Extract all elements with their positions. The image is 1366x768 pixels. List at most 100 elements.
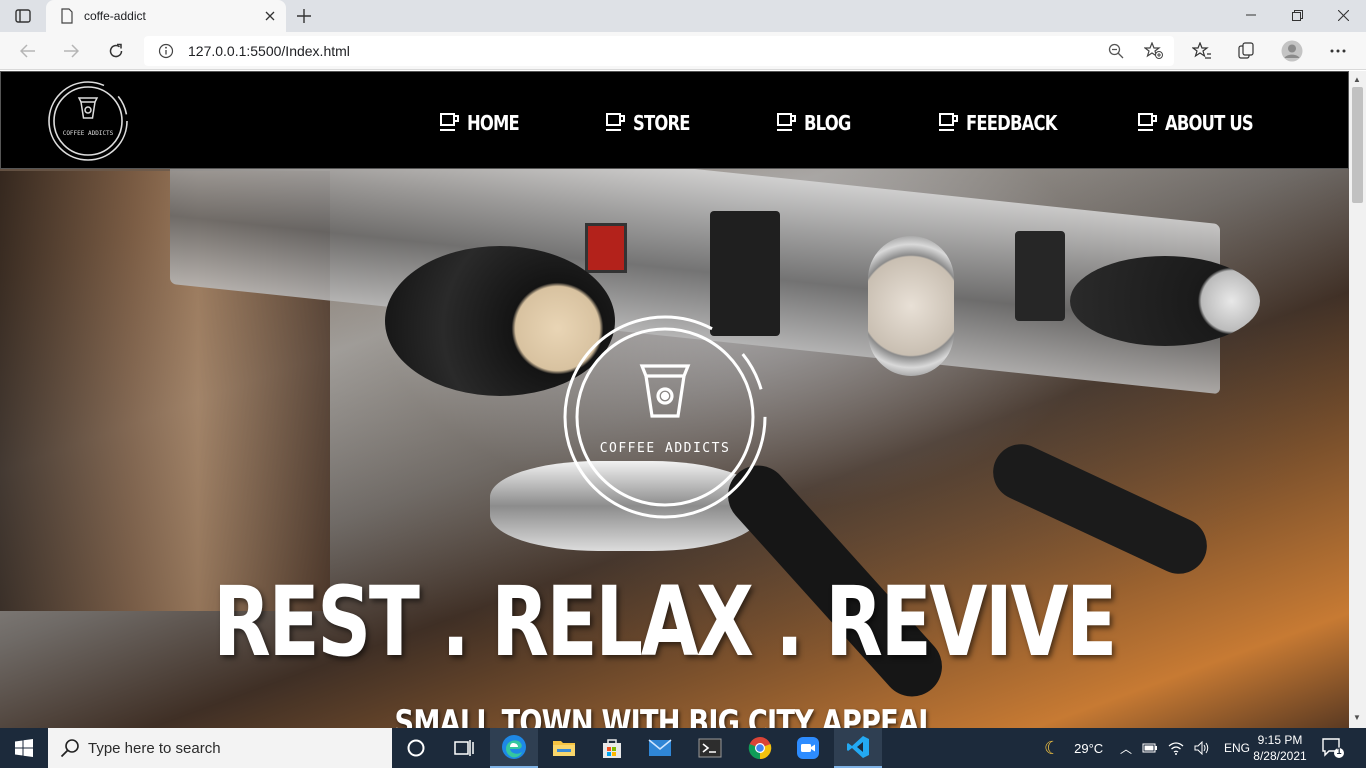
- zoom-out-icon[interactable]: [1108, 43, 1124, 59]
- nav-about-us[interactable]: ABOUT US: [1137, 108, 1272, 138]
- new-tab-button[interactable]: [294, 6, 314, 26]
- scrollbar-thumb[interactable]: [1352, 87, 1363, 203]
- cortana-button[interactable]: [392, 728, 440, 768]
- close-window-button[interactable]: [1320, 0, 1366, 30]
- nav-store-label: STORE: [633, 111, 691, 135]
- hero-background-detail: [585, 223, 627, 273]
- url-text[interactable]: 127.0.0.1:5500/Index.html: [188, 43, 350, 59]
- hero-logo-text: COFFEE ADDICTS: [600, 441, 731, 456]
- hero-subheadline: SMALL TOWN WITH BIG CITY APPEAL: [394, 703, 935, 728]
- address-field[interactable]: 127.0.0.1:5500/Index.html: [144, 36, 1174, 66]
- zoom-button[interactable]: [784, 728, 832, 768]
- collections-icon: [1238, 42, 1254, 59]
- cortana-icon: [407, 739, 425, 757]
- address-toolbar: 127.0.0.1:5500/Index.html: [0, 32, 1366, 70]
- page-icon: [61, 8, 73, 24]
- nav-home[interactable]: HOME: [439, 108, 530, 138]
- info-icon[interactable]: [158, 43, 174, 59]
- favorites-icon: [1192, 42, 1211, 59]
- scroll-down-icon[interactable]: ▼: [1353, 713, 1361, 722]
- site-navbar: COFFEE ADDICTS HOME STORE BLOG FEEDBACK …: [0, 71, 1349, 169]
- restore-button[interactable]: [1274, 0, 1320, 30]
- hero-section: COFFEE ADDICTS REST . RELAX . REVIVE SMA…: [0, 71, 1349, 728]
- folder-icon: [553, 741, 575, 756]
- minimize-button[interactable]: [1228, 0, 1274, 30]
- vscode-icon: [847, 736, 869, 758]
- site-logo-text: COFFEE ADDICTS: [63, 130, 114, 137]
- nav-blog[interactable]: BLOG: [776, 108, 861, 138]
- file-explorer-button[interactable]: [540, 728, 588, 768]
- browser-tab[interactable]: coffe-addict: [46, 0, 286, 32]
- minimize-icon: [1246, 14, 1256, 16]
- edge-icon: [502, 735, 526, 759]
- vscode-button[interactable]: [834, 728, 882, 768]
- terminal-icon: [698, 738, 722, 758]
- tab-close-button[interactable]: [262, 8, 278, 24]
- system-tray: ︿ ENG: [1120, 728, 1250, 768]
- plus-icon: [297, 9, 311, 23]
- volume-icon[interactable]: [1194, 741, 1210, 755]
- nav-store[interactable]: STORE: [605, 108, 702, 138]
- hero-background-knob: [1070, 256, 1260, 346]
- profile-button[interactable]: [1280, 40, 1304, 62]
- nav-home-label: HOME: [467, 111, 520, 135]
- taskbar-clock[interactable]: 9:15 PM 8/28/2021: [1246, 732, 1314, 764]
- tab-actions-button[interactable]: [12, 6, 34, 26]
- hero-background-detail: [1015, 231, 1065, 321]
- collections-button[interactable]: [1234, 40, 1258, 62]
- mail-icon: [648, 739, 672, 756]
- chevron-up-icon[interactable]: ︿: [1120, 740, 1132, 757]
- coffee-cup-icon: [639, 364, 691, 418]
- site-logo[interactable]: COFFEE ADDICTS: [47, 80, 129, 162]
- battery-icon[interactable]: [1142, 742, 1158, 754]
- back-arrow-icon: [20, 44, 35, 58]
- windows-logo-icon: [15, 739, 33, 757]
- hero-headline: REST . RELAX . REVIVE: [213, 566, 1118, 678]
- refresh-icon: [109, 43, 123, 58]
- coffee-cup-icon: [77, 97, 99, 119]
- weather-widget[interactable]: ☾ 29°C: [1044, 728, 1103, 768]
- hero-background-gauge: [868, 236, 954, 376]
- favorites-button[interactable]: [1190, 40, 1214, 62]
- hero-logo: COFFEE ADDICTS: [563, 315, 767, 519]
- store-button[interactable]: [588, 728, 636, 768]
- restore-icon: [1291, 9, 1303, 21]
- back-button[interactable]: [15, 39, 41, 63]
- zoom-video-icon: [797, 737, 819, 759]
- terminal-button[interactable]: [686, 728, 734, 768]
- settings-more-button[interactable]: [1326, 40, 1350, 62]
- chrome-icon: [748, 737, 772, 760]
- nav-feedback-label: FEEDBACK: [966, 111, 1057, 135]
- store-bag-icon: [603, 739, 621, 758]
- coffee-mug-icon: [939, 113, 958, 131]
- task-view-icon: [454, 740, 474, 756]
- clock-date: 8/28/2021: [1253, 749, 1307, 763]
- chrome-button[interactable]: [736, 728, 784, 768]
- scroll-up-icon[interactable]: ▲: [1353, 75, 1361, 84]
- refresh-button[interactable]: [103, 39, 129, 63]
- nav-feedback[interactable]: FEEDBACK: [938, 108, 1077, 138]
- edge-taskbar-button[interactable]: [490, 728, 538, 768]
- avatar-icon: [1281, 40, 1303, 62]
- notification-center-button[interactable]: 1: [1322, 738, 1344, 763]
- nav-about-us-label: ABOUT US: [1165, 111, 1254, 135]
- search-placeholder: Type here to search: [88, 740, 221, 757]
- forward-button[interactable]: [58, 39, 84, 63]
- vertical-scrollbar[interactable]: ▲ ▼: [1349, 71, 1366, 728]
- clock-time: 9:15 PM: [1257, 733, 1303, 747]
- mail-button[interactable]: [636, 728, 684, 768]
- wifi-icon[interactable]: [1168, 741, 1184, 755]
- moon-icon: ☾: [1044, 737, 1061, 758]
- nav-blog-label: BLOG: [804, 111, 851, 135]
- tab-actions-icon: [15, 9, 31, 23]
- add-favorite-icon[interactable]: [1144, 42, 1164, 60]
- weather-temperature: 29°C: [1074, 740, 1104, 756]
- forward-arrow-icon: [64, 44, 79, 58]
- browser-tab-strip: coffe-addict: [0, 0, 1366, 32]
- close-icon: [265, 11, 275, 21]
- coffee-mug-icon: [606, 113, 625, 131]
- tab-title: coffe-addict: [84, 9, 146, 23]
- taskbar-search-box[interactable]: Type here to search: [48, 728, 392, 768]
- task-view-button[interactable]: [440, 728, 488, 768]
- start-button[interactable]: [0, 728, 48, 768]
